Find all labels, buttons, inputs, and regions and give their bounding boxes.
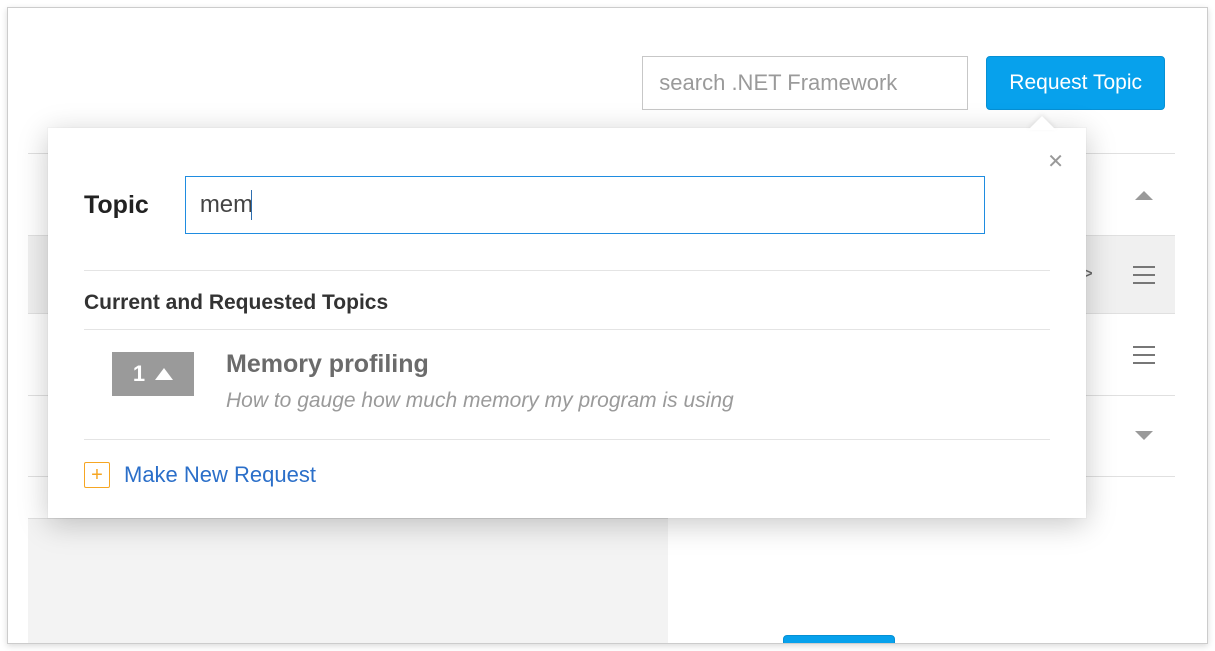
- vote-button[interactable]: 1: [112, 352, 194, 396]
- top-bar: Request Topic: [642, 56, 1165, 110]
- text-caret: [251, 190, 252, 220]
- hamburger-icon[interactable]: [1133, 346, 1155, 364]
- partial-button[interactable]: [783, 635, 895, 644]
- topic-input-wrap[interactable]: mem: [185, 176, 985, 234]
- divider: [84, 270, 1050, 271]
- topic-label: Topic: [84, 191, 149, 220]
- app-frame: Request Topic e> ✕ Top: [7, 7, 1208, 644]
- make-new-request-label: Make New Request: [124, 462, 316, 488]
- plus-icon: +: [84, 462, 110, 488]
- section-title: Current and Requested Topics: [84, 291, 1050, 315]
- result-title: Memory profiling: [226, 350, 1050, 379]
- make-new-request-link[interactable]: + Make New Request: [84, 462, 1050, 488]
- bottom-panel: [28, 518, 668, 644]
- topic-result-item[interactable]: 1 Memory profiling How to gauge how much…: [84, 329, 1050, 440]
- result-body: Memory profiling How to gauge how much m…: [226, 350, 1050, 413]
- search-input[interactable]: [642, 56, 968, 110]
- result-description: How to gauge how much memory my program …: [226, 389, 1050, 413]
- hamburger-icon[interactable]: [1133, 266, 1155, 284]
- chevron-down-icon[interactable]: [1133, 430, 1155, 442]
- chevron-up-icon[interactable]: [1133, 189, 1155, 201]
- request-topic-popover: ✕ Topic mem Current and Requested Topics…: [48, 128, 1086, 518]
- request-topic-button[interactable]: Request Topic: [986, 56, 1165, 110]
- upvote-icon: [155, 368, 173, 380]
- vote-count: 1: [133, 361, 145, 387]
- topic-row: Topic mem: [84, 176, 1050, 234]
- topic-input[interactable]: mem: [200, 191, 253, 219]
- close-icon[interactable]: ✕: [1047, 152, 1064, 172]
